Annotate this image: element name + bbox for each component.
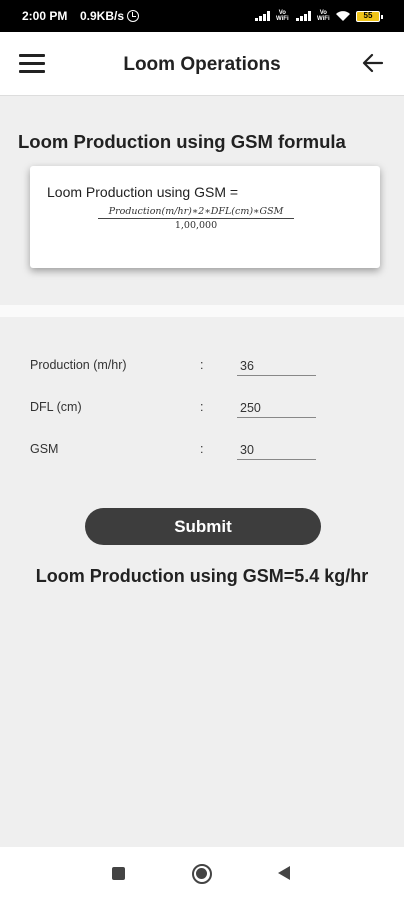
field-colon: : bbox=[200, 400, 204, 414]
recent-apps-icon[interactable] bbox=[112, 867, 125, 880]
production-label: Production (m/hr) bbox=[30, 358, 127, 372]
production-input[interactable] bbox=[237, 356, 316, 376]
home-icon[interactable] bbox=[192, 864, 212, 884]
network-speed: 0.9KB/s bbox=[80, 9, 125, 23]
formula-section-title: Loom Production using GSM formula bbox=[18, 131, 346, 152]
result-text: Loom Production using GSM=5.4 kg/hr bbox=[35, 566, 369, 586]
app-bar: Loom Operations bbox=[0, 32, 404, 96]
back-arrow-icon[interactable] bbox=[362, 52, 384, 74]
signal-icon bbox=[296, 11, 311, 21]
status-time: 2:00 PM bbox=[22, 9, 68, 23]
formula-fraction: Production(m/hr)∗2∗DFL(cm)∗GSM 1,00,000 bbox=[96, 206, 296, 231]
field-colon: : bbox=[200, 358, 204, 372]
formula-numerator: Production(m/hr)∗2∗DFL(cm)∗GSM bbox=[108, 206, 284, 217]
battery-icon: 55 bbox=[356, 11, 383, 22]
formula-denominator: 1,00,000 bbox=[174, 220, 218, 231]
page-title: Loom Operations bbox=[123, 54, 281, 75]
dfl-input[interactable] bbox=[237, 398, 316, 418]
gsm-label: GSM bbox=[30, 442, 59, 456]
section-divider bbox=[0, 305, 404, 317]
formula-label: Loom Production using GSM = bbox=[47, 184, 239, 200]
gsm-input[interactable] bbox=[237, 440, 316, 460]
volte-badge: Vo WiFi bbox=[317, 10, 330, 22]
signal-icon bbox=[255, 11, 270, 21]
navigation-bar bbox=[0, 847, 404, 900]
field-colon: : bbox=[200, 442, 204, 456]
formula-card: Loom Production using GSM = Production(m… bbox=[30, 166, 380, 268]
back-icon[interactable] bbox=[278, 866, 290, 880]
wifi-icon bbox=[336, 11, 350, 21]
battery-level: 55 bbox=[363, 11, 373, 20]
alarm-icon bbox=[127, 10, 139, 22]
dfl-label: DFL (cm) bbox=[30, 400, 82, 414]
status-bar: 2:00 PM 0.9KB/s Vo WiFi Vo WiFi 55 bbox=[0, 0, 404, 32]
submit-button[interactable]: Submit bbox=[85, 508, 321, 545]
volte-badge: Vo WiFi bbox=[276, 10, 289, 22]
